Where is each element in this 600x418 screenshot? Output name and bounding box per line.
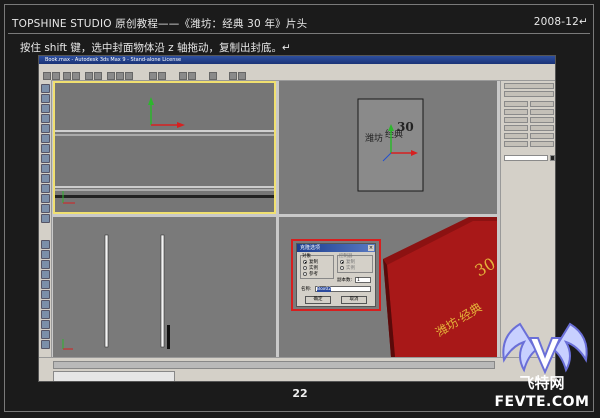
panel-button[interactable] <box>530 117 554 123</box>
tool-icon[interactable] <box>41 174 50 183</box>
rotate-icon[interactable] <box>116 72 124 80</box>
select-by-name-icon[interactable] <box>94 72 102 80</box>
panel-button[interactable] <box>530 125 554 131</box>
redo-icon[interactable] <box>52 72 60 80</box>
panel-dropdown[interactable] <box>504 91 554 97</box>
link-icon[interactable] <box>63 72 71 80</box>
tool-icon[interactable] <box>41 310 50 319</box>
controller-copy-radio[interactable] <box>340 260 344 264</box>
time-slider[interactable] <box>53 361 495 369</box>
unlink-icon[interactable] <box>72 72 80 80</box>
copies-value: 1 <box>357 278 360 283</box>
tool-icon[interactable] <box>41 260 50 269</box>
select-icon[interactable] <box>85 72 93 80</box>
tutorial-title: TOPSHINE STUDIO 原创教程——《潍坊：经典 30 年》片头 <box>12 18 308 30</box>
mirror-icon[interactable] <box>179 72 187 80</box>
panel-button[interactable] <box>530 141 554 147</box>
header: TOPSHINE STUDIO 原创教程——《潍坊：经典 30 年》片头 200… <box>12 14 588 34</box>
tool-icon[interactable] <box>41 320 50 329</box>
panel-tabs[interactable] <box>504 83 554 89</box>
tool-icon[interactable] <box>41 270 50 279</box>
tool-icon[interactable] <box>41 144 50 153</box>
tool-icon[interactable] <box>41 280 50 289</box>
tool-icon[interactable] <box>41 204 50 213</box>
tutorial-date: 2008-12↵ <box>533 16 588 28</box>
tool-icon[interactable] <box>41 250 50 259</box>
viewport-left[interactable] <box>53 217 276 357</box>
status-field <box>53 371 175 381</box>
viewport-top-geometry <box>55 97 274 204</box>
material-editor-icon[interactable] <box>209 72 217 80</box>
svg-text:30: 30 <box>397 120 414 134</box>
tool-icon[interactable] <box>41 94 50 103</box>
viewport-front[interactable]: 潍坊 经典 30 <box>279 81 497 214</box>
panel-button[interactable] <box>504 125 528 131</box>
undo-icon[interactable] <box>43 72 51 80</box>
3dsmax-screenshot: Book.max - Autodesk 3ds Max 9 - Stand-al… <box>38 55 556 382</box>
dialog-title: 克隆选项 × <box>297 244 375 252</box>
render-icon[interactable] <box>229 72 237 80</box>
copy-radio[interactable] <box>303 260 307 264</box>
copies-label: 副本数: <box>337 278 353 283</box>
left-toolbar[interactable] <box>39 80 52 360</box>
object-color-swatch[interactable] <box>550 155 555 161</box>
panel-button[interactable] <box>504 133 528 139</box>
tool-icon[interactable] <box>41 104 50 113</box>
watermark-url: FEVTE.COM <box>494 394 590 410</box>
tool-icon[interactable] <box>41 240 50 249</box>
angle-snap-icon[interactable] <box>158 72 166 80</box>
tool-icon[interactable] <box>41 290 50 299</box>
panel-button[interactable] <box>530 133 554 139</box>
name-field[interactable]: Box02 <box>315 286 371 292</box>
tool-icon[interactable] <box>41 184 50 193</box>
name-label: 名称: <box>301 287 312 292</box>
tool-icon[interactable] <box>41 330 50 339</box>
timeline-status-bar <box>39 357 555 381</box>
instance-radio[interactable] <box>303 266 307 270</box>
align-icon[interactable] <box>188 72 196 80</box>
controller-instance-radio[interactable] <box>340 266 344 270</box>
viewport-front-geometry: 潍坊 经典 30 <box>357 98 424 192</box>
tool-icon[interactable] <box>41 340 50 349</box>
instruction-text: 按住 shift 键，选中封面物体沿 z 轴拖动，复制出封底。↵ <box>20 42 291 54</box>
tool-icon[interactable] <box>41 194 50 203</box>
panel-button[interactable] <box>504 141 528 147</box>
app-title-bar: Book.max - Autodesk 3ds Max 9 - Stand-al… <box>39 56 555 64</box>
name-value: Box02 <box>317 287 332 292</box>
scale-icon[interactable] <box>125 72 133 80</box>
svg-text:潍坊: 潍坊 <box>365 132 383 144</box>
panel-button[interactable] <box>530 101 554 107</box>
close-icon[interactable]: × <box>368 245 374 251</box>
viewport-top[interactable] <box>53 81 276 214</box>
header-divider <box>8 33 590 34</box>
cancel-button[interactable]: 取消 <box>341 296 367 304</box>
tool-icon[interactable] <box>41 124 50 133</box>
watermark-text: 飞特网 <box>519 374 565 392</box>
controller-instance-label: 实例 <box>346 266 355 271</box>
ok-button[interactable]: 确定 <box>305 296 331 304</box>
snap-icon[interactable] <box>149 72 157 80</box>
move-icon[interactable] <box>107 72 115 80</box>
main-toolbar[interactable] <box>39 71 555 81</box>
quick-render-icon[interactable] <box>238 72 246 80</box>
tool-icon[interactable] <box>41 214 50 223</box>
viewport-left-geometry <box>62 234 170 350</box>
object-name-field[interactable] <box>504 155 548 161</box>
dialog-title-text: 克隆选项 <box>300 245 321 251</box>
panel-button[interactable] <box>530 109 554 115</box>
tool-icon[interactable] <box>41 300 50 309</box>
panel-button[interactable] <box>504 101 528 107</box>
tool-icon[interactable] <box>41 154 50 163</box>
panel-button[interactable] <box>504 109 528 115</box>
clone-options-dialog: 克隆选项 × 对象 复制 实例 参考 控制器 复制 实例 副本数: 1 名称: … <box>296 243 376 307</box>
reference-label: 参考 <box>309 272 318 277</box>
tool-icon[interactable] <box>41 114 50 123</box>
panel-button[interactable] <box>504 117 528 123</box>
reference-radio[interactable] <box>303 272 307 276</box>
tool-icon[interactable] <box>41 84 50 93</box>
tool-icon[interactable] <box>41 164 50 173</box>
copies-field[interactable]: 1 <box>355 277 371 283</box>
tool-icon[interactable] <box>41 134 50 143</box>
